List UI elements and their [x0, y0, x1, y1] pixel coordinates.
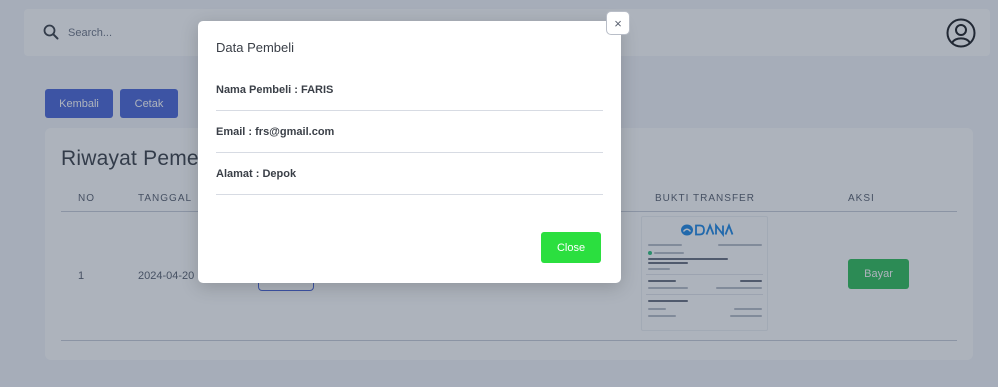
- buyer-data-modal: Data Pembeli Nama Pembeli : FARIS Email …: [198, 21, 621, 283]
- close-button[interactable]: Close: [541, 232, 601, 263]
- close-icon[interactable]: ×: [606, 11, 630, 35]
- buyer-address-row: Alamat : Depok: [216, 153, 603, 195]
- buyer-email-text: Email : frs@gmail.com: [216, 126, 335, 138]
- buyer-name-text: Nama Pembeli : FARIS: [216, 84, 334, 96]
- buyer-address-text: Alamat : Depok: [216, 168, 297, 180]
- modal-title: Data Pembeli: [216, 40, 295, 55]
- buyer-name-row: Nama Pembeli : FARIS: [216, 69, 603, 111]
- buyer-email-row: Email : frs@gmail.com: [216, 111, 603, 153]
